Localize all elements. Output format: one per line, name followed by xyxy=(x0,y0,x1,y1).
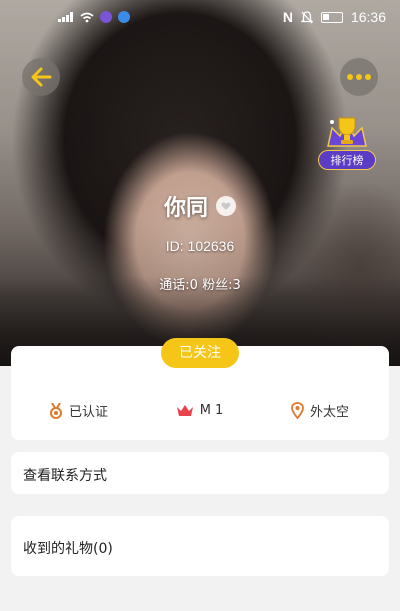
wifi-icon xyxy=(80,12,94,22)
status-bar: N 16:36 xyxy=(0,0,400,34)
battery-icon xyxy=(320,11,343,23)
user-name: 你同 xyxy=(163,196,208,221)
status-time: 16:36 xyxy=(350,9,386,25)
more-options-button[interactable] xyxy=(340,58,378,96)
received-gifts-row[interactable]: 收到的礼物(0) xyxy=(11,516,389,576)
leaderboard-label: 排行榜 xyxy=(318,150,376,170)
signal-icon xyxy=(58,12,73,22)
leaderboard-badge[interactable]: 排行榜 xyxy=(318,112,376,174)
user-id: ID: 102636 xyxy=(165,238,235,254)
tag-label: M 1 xyxy=(199,403,224,418)
profile-tags-card: 已关注 已认证 M 1 外太空 xyxy=(11,338,389,440)
tag-verified: 已认证 xyxy=(49,401,108,420)
nfc-icon: N xyxy=(282,9,293,25)
mute-icon xyxy=(300,10,313,23)
more-dots-icon xyxy=(347,74,371,80)
profile-photo xyxy=(0,0,400,366)
tag-level: M 1 xyxy=(176,401,224,420)
location-pin-icon xyxy=(291,402,304,419)
tag-location: 外太空 xyxy=(291,401,349,420)
app-notification-icon xyxy=(100,11,112,23)
received-gifts-label: 收到的礼物(0) xyxy=(23,541,113,557)
back-button[interactable] xyxy=(22,58,60,96)
crown-icon xyxy=(176,404,193,416)
follow-button[interactable]: 已关注 xyxy=(161,338,239,368)
view-contact-row[interactable]: 查看联系方式 xyxy=(11,452,389,494)
medal-icon xyxy=(50,402,62,419)
user-stats: 通话:0 粉丝:3 xyxy=(159,278,241,293)
view-contact-label: 查看联系方式 xyxy=(23,468,107,484)
app-notification-icon-2 xyxy=(118,11,130,23)
arrow-left-icon xyxy=(31,67,52,87)
tag-label: 已认证 xyxy=(69,405,109,420)
profile-screen: N 16:36 排行榜 你同 ID: 102636 通话:0 粉丝:3 已关注 … xyxy=(0,0,400,611)
gender-icon xyxy=(216,196,236,216)
tag-label: 外太空 xyxy=(309,405,349,420)
